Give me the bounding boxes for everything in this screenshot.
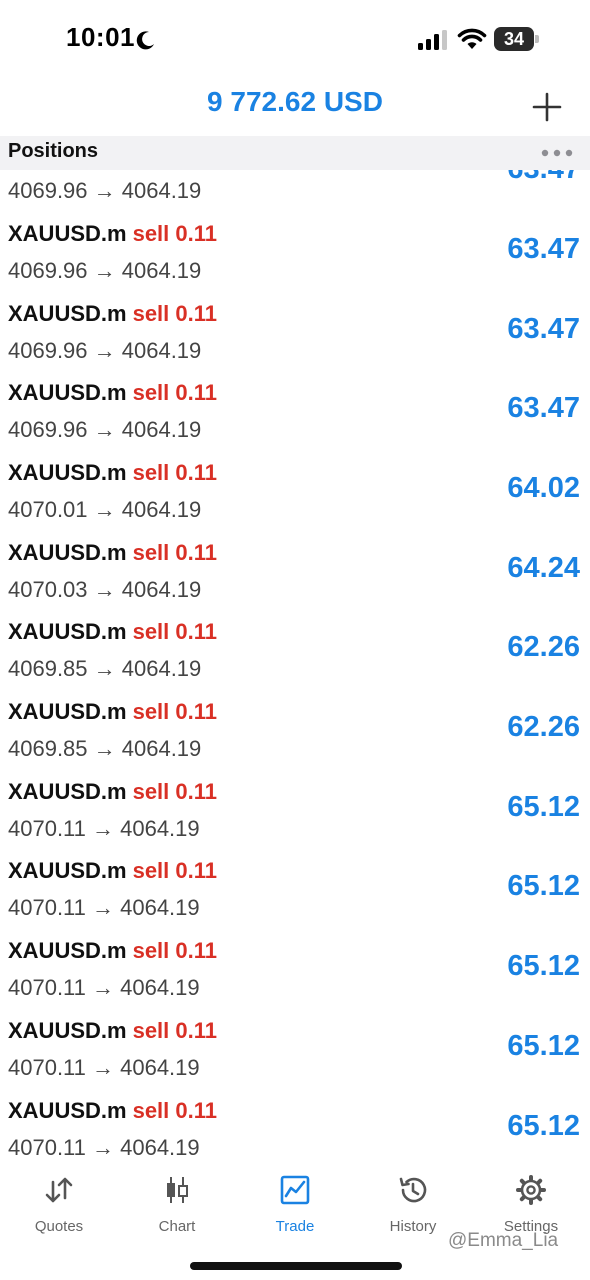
position-side: sell 0.11 bbox=[132, 380, 217, 405]
position-row[interactable]: XAUUSD.m sell 0.11 4070.01 → 4064.19 64.0… bbox=[0, 452, 590, 532]
position-profit: 64.02 bbox=[507, 472, 580, 504]
position-profit: 63.47 bbox=[507, 313, 580, 345]
chart-icon bbox=[167, 1177, 188, 1203]
position-profit: 63.47 bbox=[507, 392, 580, 424]
home-indicator[interactable] bbox=[190, 1262, 402, 1270]
position-symbol: XAUUSD.m bbox=[8, 1018, 127, 1043]
position-row[interactable]: XAUUSD.m sell 0.11 4069.96 → 4064.19 63.4… bbox=[0, 213, 590, 293]
tab-settings[interactable]: Settings bbox=[472, 1174, 590, 1238]
position-profit: 62.26 bbox=[507, 631, 580, 663]
history-icon bbox=[399, 1177, 427, 1203]
position-side: sell 0.11 bbox=[132, 1018, 217, 1043]
position-row[interactable]: XAUUSD.m sell 0.11 4070.11 → 4064.19 65.1… bbox=[0, 930, 590, 1010]
position-side: sell 0.11 bbox=[132, 858, 217, 883]
position-prices: 4070.03 → 4064.19 bbox=[8, 577, 202, 602]
position-side: sell 0.11 bbox=[132, 938, 217, 963]
position-symbol: XAUUSD.m bbox=[8, 301, 127, 326]
moon-icon bbox=[136, 31, 154, 50]
position-symbol: XAUUSD.m bbox=[8, 699, 127, 724]
position-prices: 4069.96 → 4064.19 bbox=[8, 178, 202, 203]
battery-level: 34 bbox=[503, 29, 525, 49]
position-profit: 65.12 bbox=[507, 950, 580, 982]
position-symbol: XAUUSD.m bbox=[8, 221, 127, 246]
position-prices: 4069.85 → 4064.19 bbox=[8, 736, 202, 761]
position-side: sell 0.11 bbox=[132, 699, 217, 724]
positions-list[interactable]: 4069.96 → 4064.19 63.47 XAUUSD.msell 0.1… bbox=[0, 170, 590, 1162]
position-profit: 63.47 bbox=[507, 170, 580, 186]
position-prices: 4069.96 → 4064.19 bbox=[8, 338, 202, 363]
position-prices: 4070.11 → 4064.19 bbox=[8, 975, 200, 1000]
position-prices: 4070.11 → 4064.19 bbox=[8, 895, 200, 920]
position-profit: 64.24 bbox=[507, 552, 580, 584]
tab-label: Chart bbox=[158, 1218, 196, 1235]
position-profit: 65.12 bbox=[507, 1110, 580, 1142]
position-symbol: XAUUSD.m bbox=[8, 779, 127, 804]
position-side: sell 0.11 bbox=[132, 460, 217, 485]
position-row-partial[interactable]: 4069.96 → 4064.19 63.47 bbox=[0, 170, 590, 213]
tab-trade[interactable]: Trade bbox=[236, 1174, 354, 1238]
position-prices: 4070.11 → 4064.19 bbox=[8, 1135, 200, 1160]
position-prices: 4069.85 → 4064.19 bbox=[8, 656, 202, 681]
position-symbol: XAUUSD.m bbox=[8, 460, 127, 485]
more-options-icon[interactable] bbox=[538, 146, 576, 160]
status-bar: 10:01 34 bbox=[0, 0, 590, 80]
position-symbol: XAUUSD.m bbox=[8, 1098, 127, 1123]
position-profit: 65.12 bbox=[507, 1030, 580, 1062]
tab-chart[interactable]: Chart bbox=[118, 1174, 236, 1238]
position-side: sell 0.11 bbox=[132, 619, 217, 644]
position-row[interactable]: XAUUSD.m sell 0.11 4070.11 → 4064.19 65.1… bbox=[0, 1090, 590, 1162]
tab-history[interactable]: History bbox=[354, 1174, 472, 1238]
position-row[interactable]: XAUUSD.m sell 0.11 4069.96 → 4064.19 63.4… bbox=[0, 372, 590, 452]
tab-label: Trade bbox=[275, 1218, 315, 1235]
position-row[interactable]: XAUUSD.m sell 0.11 4070.11 → 4064.19 65.1… bbox=[0, 850, 590, 930]
position-prices: 4070.01 → 4064.19 bbox=[8, 497, 202, 522]
header: 9 772.62 USD bbox=[0, 80, 590, 136]
watermark: @Emma_Lia bbox=[448, 1230, 559, 1251]
wifi-icon bbox=[457, 28, 487, 49]
account-balance: 9 772.62 USD bbox=[207, 86, 383, 117]
position-row[interactable]: XAUUSD.m sell 0.11 4070.11 → 4064.19 65.1… bbox=[0, 771, 590, 851]
position-prices: 4070.11 → 4064.19 bbox=[8, 816, 200, 841]
position-row[interactable]: XAUUSD.m sell 0.11 4069.96 → 4064.19 63.4… bbox=[0, 293, 590, 373]
position-symbol: XAUUSD.m bbox=[8, 540, 127, 565]
position-symbol: XAUUSD.m bbox=[8, 619, 127, 644]
position-side: sell 0.11 bbox=[132, 779, 217, 804]
quotes-icon bbox=[45, 1177, 73, 1203]
tab-quotes[interactable]: Quotes bbox=[0, 1174, 118, 1238]
position-row[interactable]: XAUUSD.m sell 0.11 4069.85 → 4064.19 62.2… bbox=[0, 691, 590, 771]
position-row[interactable]: XAUUSD.m sell 0.11 4070.11 → 4064.19 65.1… bbox=[0, 1010, 590, 1090]
trade-icon bbox=[280, 1175, 310, 1205]
position-profit: 62.26 bbox=[507, 711, 580, 743]
status-time: 10:01 bbox=[66, 22, 135, 52]
add-position-button[interactable] bbox=[528, 88, 566, 126]
positions-title: Positions bbox=[8, 140, 99, 162]
position-profit: 63.47 bbox=[507, 233, 580, 265]
position-side: sell 0.11 bbox=[132, 540, 217, 565]
position-side: sell 0.11 bbox=[132, 301, 217, 326]
position-profit: 65.12 bbox=[507, 791, 580, 823]
cellular-signal-icon bbox=[418, 30, 447, 50]
position-symbol: XAUUSD.m bbox=[8, 380, 127, 405]
positions-section-header: Positions bbox=[0, 136, 590, 170]
position-row[interactable]: XAUUSD.m sell 0.11 4070.03 → 4064.19 64.2… bbox=[0, 532, 590, 612]
position-side: sell 0.11 bbox=[132, 221, 217, 246]
position-prices: 4069.96 → 4064.19 bbox=[8, 417, 202, 442]
position-prices: 4069.96 → 4064.19 bbox=[8, 258, 202, 283]
position-prices: 4070.11 → 4064.19 bbox=[8, 1055, 200, 1080]
position-profit: 65.12 bbox=[507, 870, 580, 902]
position-side: sell 0.11 bbox=[132, 1098, 217, 1123]
tab-label: Quotes bbox=[34, 1218, 84, 1235]
position-row[interactable]: XAUUSD.m sell 0.11 4069.85 → 4064.19 62.2… bbox=[0, 611, 590, 691]
position-symbol: XAUUSD.m bbox=[8, 938, 127, 963]
gear-icon bbox=[516, 1175, 546, 1205]
battery-icon: 34 bbox=[494, 27, 540, 51]
position-symbol: XAUUSD.m bbox=[8, 858, 127, 883]
